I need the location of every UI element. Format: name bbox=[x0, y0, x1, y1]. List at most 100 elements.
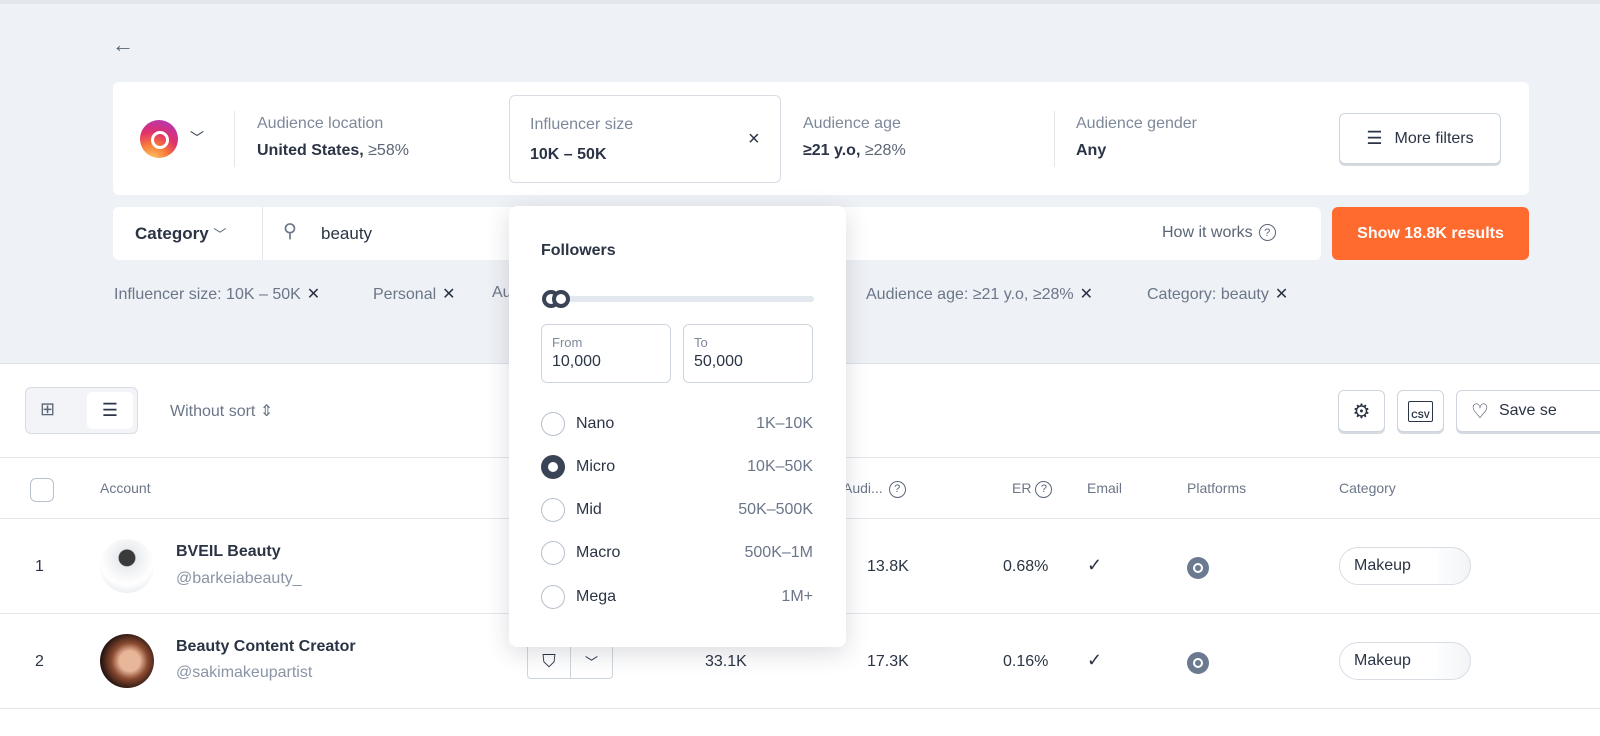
close-icon[interactable]: × bbox=[748, 128, 760, 151]
radio-button[interactable] bbox=[541, 541, 565, 565]
category-pill[interactable]: Makeup bbox=[1339, 642, 1471, 680]
save-search-button[interactable]: ♡ Save se bbox=[1456, 390, 1600, 432]
more-filters-label: More filters bbox=[1394, 129, 1474, 147]
header-email[interactable]: Email bbox=[1087, 480, 1122, 496]
back-arrow-icon[interactable]: ← bbox=[112, 32, 134, 58]
filter-label: Audience age bbox=[803, 115, 901, 132]
chevron-down-icon[interactable]: ﹀ bbox=[571, 644, 612, 678]
list-view-icon[interactable]: ☰ bbox=[87, 392, 133, 429]
category-pill[interactable]: Makeup bbox=[1339, 547, 1471, 585]
category-dropdown[interactable]: Category ﹀ bbox=[135, 224, 226, 244]
filter-chip[interactable]: Personal ✕ bbox=[373, 284, 456, 304]
how-it-works-label: How it works bbox=[1162, 224, 1253, 241]
more-filters-button[interactable]: ☰ More filters bbox=[1339, 113, 1501, 164]
search-icon: ⚲ bbox=[283, 221, 297, 242]
option-name: Mega bbox=[576, 588, 617, 605]
option-macro[interactable]: Macro 500K–1M bbox=[541, 541, 813, 565]
category-label: Makeup bbox=[1354, 652, 1411, 669]
filter-icon: ☰ bbox=[1366, 128, 1383, 148]
option-micro[interactable]: Micro 10K–50K bbox=[541, 455, 813, 479]
chip-label: Audience age: ≥21 y.o, ≥28% bbox=[866, 286, 1074, 303]
filter-value: Any bbox=[1076, 142, 1107, 159]
save-to-list-button[interactable]: ⛉ ﹀ bbox=[527, 643, 613, 679]
filter-label: Audience location bbox=[257, 115, 384, 132]
filter-chip[interactable]: Category: beauty ✕ bbox=[1147, 284, 1288, 304]
filter-pct: ≥28% bbox=[864, 142, 906, 159]
avatar[interactable] bbox=[100, 539, 154, 593]
audience-age-filter[interactable]: Audience age ≥21 y.o, ≥28% bbox=[803, 115, 906, 160]
to-value: 50,000 bbox=[694, 353, 743, 370]
filter-chip[interactable]: Influencer size: 10K – 50K ✕ bbox=[114, 284, 320, 304]
from-value: 10,000 bbox=[552, 353, 601, 370]
filter-value: ≥21 y.o, bbox=[803, 142, 861, 159]
option-mid[interactable]: Mid 50K–500K bbox=[541, 498, 813, 522]
chip-label: Category: beauty bbox=[1147, 286, 1269, 303]
remove-icon[interactable]: ✕ bbox=[442, 286, 455, 303]
instagram-icon[interactable] bbox=[1187, 557, 1209, 579]
remove-icon[interactable]: ✕ bbox=[1080, 286, 1093, 303]
chevron-down-icon[interactable]: ﹀ bbox=[190, 128, 204, 148]
bookmark-icon[interactable]: ⛉ bbox=[528, 644, 571, 678]
remove-icon[interactable]: ✕ bbox=[1275, 286, 1288, 303]
check-icon: ✓ bbox=[1087, 555, 1103, 575]
row-number: 1 bbox=[35, 558, 44, 575]
header-audience[interactable]: Audi...? bbox=[843, 480, 906, 498]
remove-icon[interactable]: ✕ bbox=[307, 286, 320, 303]
divider bbox=[234, 111, 235, 167]
chevron-down-icon: ﹀ bbox=[213, 227, 227, 242]
sort-label: Without sort bbox=[170, 403, 256, 420]
slider-handle-max[interactable] bbox=[552, 290, 570, 308]
from-label: From bbox=[552, 335, 583, 350]
help-icon: ? bbox=[1035, 480, 1053, 498]
account-name[interactable]: BVEIL Beauty bbox=[176, 543, 281, 561]
export-csv-button[interactable]: CSV bbox=[1397, 390, 1444, 432]
radio-button[interactable] bbox=[541, 412, 565, 436]
audience-location-filter[interactable]: Audience location United States, ≥58% bbox=[257, 115, 409, 160]
influencer-size-filter[interactable]: Influencer size 10K – 50K × bbox=[509, 95, 781, 183]
range-slider-track[interactable] bbox=[545, 296, 814, 302]
row-number: 2 bbox=[35, 653, 44, 670]
filter-value: United States, bbox=[257, 142, 364, 159]
radio-button-selected[interactable] bbox=[541, 455, 565, 479]
option-name: Nano bbox=[576, 415, 615, 432]
save-label: Save se bbox=[1498, 402, 1557, 419]
instagram-icon[interactable] bbox=[140, 120, 178, 158]
filter-chip[interactable]: Audience age: ≥21 y.o, ≥28% ✕ bbox=[866, 284, 1093, 304]
settings-button[interactable]: ⚙ bbox=[1338, 390, 1385, 432]
filter-label: Influencer size bbox=[530, 116, 634, 133]
show-results-button[interactable]: Show 18.8K results bbox=[1332, 207, 1529, 260]
audience-value: 13.8K bbox=[867, 558, 909, 575]
instagram-icon[interactable] bbox=[1187, 652, 1209, 674]
account-handle: @barkeiabeauty_ bbox=[176, 570, 302, 587]
divider bbox=[0, 708, 1600, 709]
followers-value: 33.1K bbox=[705, 653, 747, 670]
option-range: 1M+ bbox=[781, 588, 813, 605]
grid-view-icon[interactable]: ⊞ bbox=[40, 399, 55, 420]
filter-value: 10K – 50K bbox=[530, 146, 607, 163]
select-all-checkbox[interactable] bbox=[30, 478, 54, 502]
account-handle: @sakimakeupartist bbox=[176, 664, 313, 681]
gear-icon: ⚙ bbox=[1352, 400, 1371, 423]
radio-button[interactable] bbox=[541, 585, 565, 609]
header-category[interactable]: Category bbox=[1339, 480, 1396, 496]
account-name[interactable]: Beauty Content Creator bbox=[176, 638, 356, 656]
help-icon: ? bbox=[1258, 224, 1276, 242]
to-input[interactable]: To 50,000 bbox=[683, 324, 813, 383]
search-input[interactable]: beauty bbox=[321, 224, 372, 244]
audience-gender-filter[interactable]: Audience gender Any bbox=[1076, 115, 1197, 160]
option-range: 10K–50K bbox=[747, 458, 813, 475]
option-nano[interactable]: Nano 1K–10K bbox=[541, 412, 813, 436]
divider bbox=[1054, 111, 1055, 167]
heart-icon: ♡ bbox=[1471, 400, 1489, 423]
radio-button[interactable] bbox=[541, 498, 565, 522]
from-input[interactable]: From 10,000 bbox=[541, 324, 671, 383]
header-er[interactable]: ER? bbox=[1012, 480, 1053, 498]
how-it-works-link[interactable]: How it works? bbox=[1162, 224, 1276, 242]
check-icon: ✓ bbox=[1087, 650, 1103, 670]
header-account[interactable]: Account bbox=[100, 480, 151, 496]
option-mega[interactable]: Mega 1M+ bbox=[541, 585, 813, 609]
sort-dropdown[interactable]: Without sort ⇕ bbox=[170, 401, 273, 421]
header-platforms[interactable]: Platforms bbox=[1187, 480, 1246, 496]
avatar[interactable] bbox=[100, 634, 154, 688]
option-name: Micro bbox=[576, 458, 616, 475]
